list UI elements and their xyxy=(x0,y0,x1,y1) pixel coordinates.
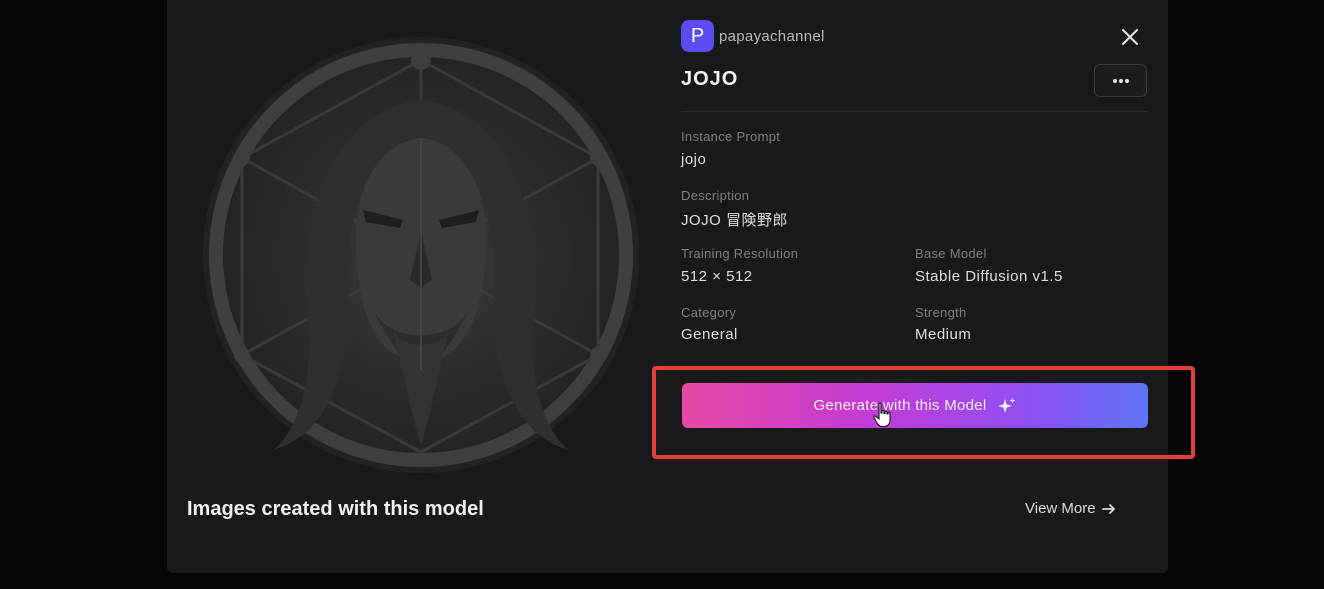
category-value: General xyxy=(681,326,738,343)
training-resolution-label: Training Resolution xyxy=(681,246,799,261)
creator-name[interactable]: papayachannel xyxy=(719,28,825,45)
base-model-value: Stable Diffusion v1.5 xyxy=(915,268,1063,285)
close-icon xyxy=(1122,29,1138,45)
training-resolution-value: 512 × 512 xyxy=(681,268,753,285)
strength-value: Medium xyxy=(915,326,972,343)
gallery-heading: Images created with this model xyxy=(187,498,484,520)
header-divider xyxy=(681,111,1148,112)
strength-label: Strength xyxy=(915,305,967,320)
generate-button-label: Generate with this Model xyxy=(813,397,987,414)
hand-cursor-icon xyxy=(873,402,891,428)
description-value: JOJO 冒険野郎 xyxy=(681,212,789,229)
model-title: JOJO xyxy=(681,68,739,90)
view-more-link[interactable]: View More xyxy=(1025,500,1116,517)
more-horizontal-icon xyxy=(1112,78,1129,83)
view-more-label: View More xyxy=(1025,500,1096,517)
instance-prompt-value: jojo xyxy=(681,151,707,168)
close-button[interactable] xyxy=(1117,24,1143,50)
base-model-label: Base Model xyxy=(915,246,987,261)
creator-avatar[interactable]: P xyxy=(681,20,714,52)
sparkle-icon xyxy=(997,397,1016,413)
description-label: Description xyxy=(681,188,750,203)
model-preview-image xyxy=(188,30,658,480)
category-label: Category xyxy=(681,305,737,320)
more-options-button[interactable] xyxy=(1094,64,1147,97)
generate-with-model-button[interactable]: Generate with this Model xyxy=(682,383,1148,428)
instance-prompt-label: Instance Prompt xyxy=(681,129,781,144)
arrow-right-icon xyxy=(1101,503,1115,514)
